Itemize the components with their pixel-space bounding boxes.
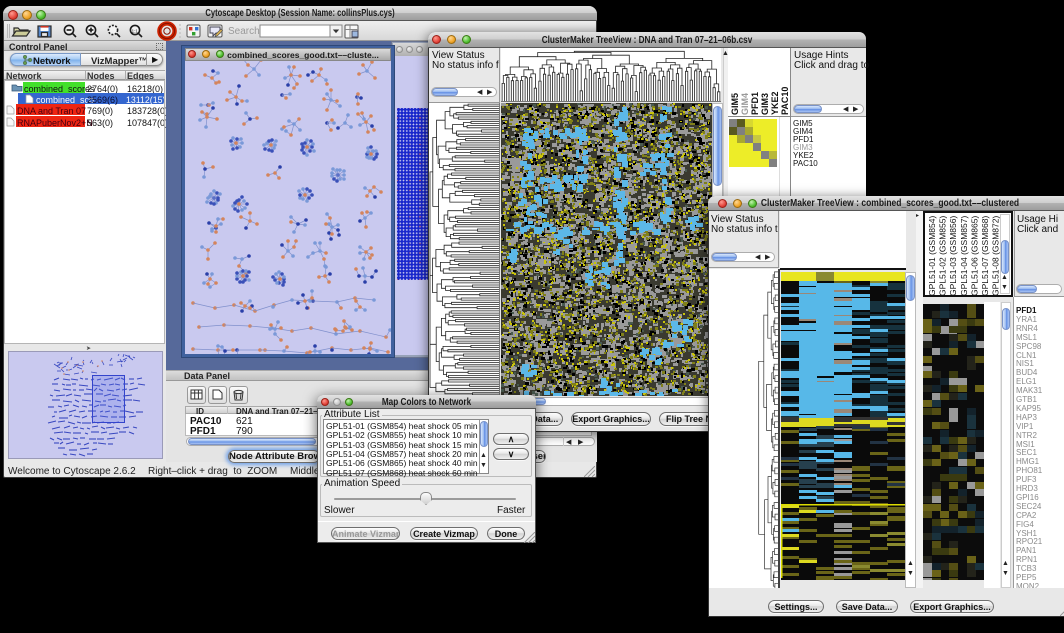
- svg-text:PAC10: PAC10: [780, 87, 790, 115]
- svg-text:1:1: 1:1: [132, 29, 139, 34]
- svg-text:GPL51-02 (GSM855): GPL51-02 (GSM855): [938, 216, 948, 296]
- svg-text:Search:: Search:: [228, 26, 262, 37]
- svg-text:GPL51-01 (GSM854): GPL51-01 (GSM854): [927, 216, 937, 296]
- svg-text:YKE2: YKE2: [770, 91, 780, 115]
- svg-text:GPL51-07 (GSM868): GPL51-07 (GSM868): [980, 216, 990, 296]
- svg-text:GPL51-04 (GSM857): GPL51-04 (GSM857): [959, 216, 969, 296]
- svg-text:PFD1: PFD1: [750, 92, 760, 115]
- svg-text:GIM5: GIM5: [730, 93, 740, 115]
- svg-text:GPL51-06 (GSM865): GPL51-06 (GSM865): [969, 216, 979, 296]
- svg-text:GIM3: GIM3: [760, 93, 770, 115]
- svg-text:GIM4: GIM4: [740, 93, 750, 115]
- svg-text:GPL51-03 (GSM856): GPL51-03 (GSM856): [948, 216, 958, 296]
